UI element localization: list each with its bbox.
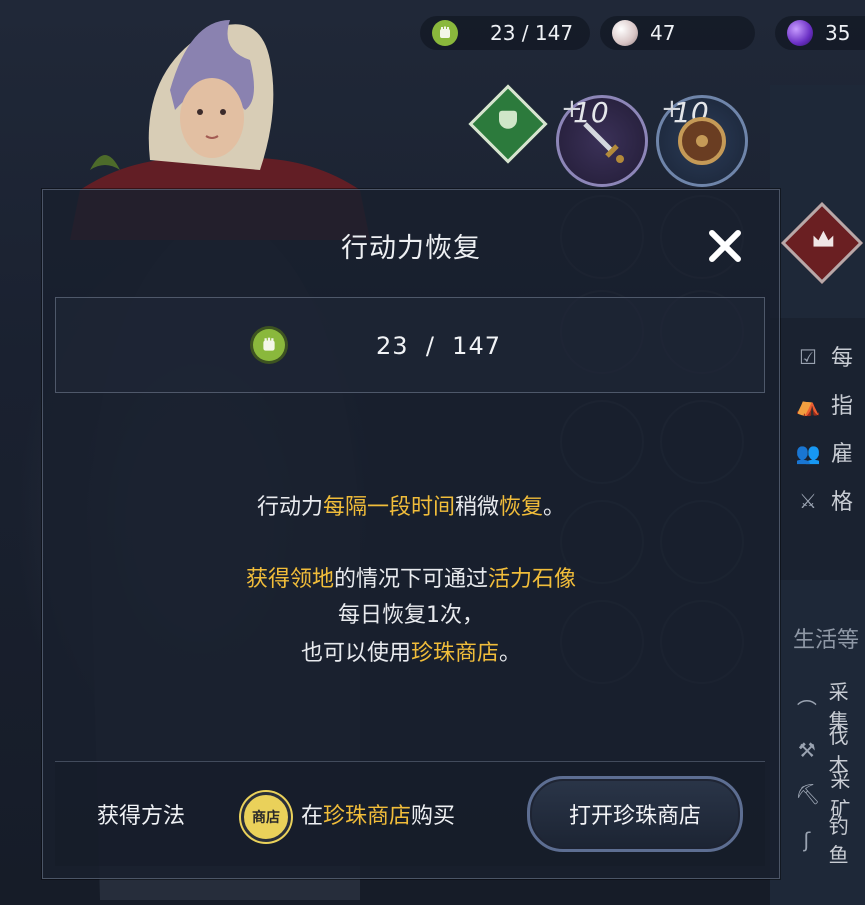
text: 也可以使用 [300, 641, 411, 666]
crossed-swords-icon: ⚔ [799, 489, 817, 513]
life-section-title: 生活等 [793, 628, 860, 653]
acquire-method-footer: 获得方法 商店 在珍珠商店购买 打开珍珠商店 [55, 761, 765, 866]
text: 稍微 [454, 495, 499, 520]
stamina-recovery-dialog: 行动力恢复 23 / 147 行动力每隔一段时间稍微恢复。 获得领地的情况下可通… [42, 189, 780, 879]
counter-separator: / [425, 332, 435, 360]
fishing-icon: ʃ [803, 828, 811, 852]
gem-counter: 35 [775, 16, 865, 50]
side-item-hire[interactable]: 👥 雇 [795, 436, 853, 468]
description-line-1: 行动力每隔一段时间稍微恢复。 [43, 490, 779, 526]
description-line-3: 每日恢复1次， [338, 603, 484, 628]
side-item-combat[interactable]: ⚔ 格 [795, 484, 853, 516]
text: 购买 [411, 804, 456, 829]
highlight-text: 珍珠商店 [410, 641, 499, 666]
pickaxe-icon: ⛏ [795, 782, 821, 806]
gem-value: 35 [825, 21, 851, 45]
fist-icon [432, 20, 458, 46]
stamina-counter: 23 / 147 [420, 16, 590, 50]
close-button[interactable] [705, 226, 745, 266]
text: 。 [499, 641, 522, 666]
shield-small-icon [499, 110, 517, 129]
close-icon [709, 230, 741, 262]
people-icon: 👥 [795, 441, 821, 465]
side-item-label: 雇 [831, 442, 854, 467]
stamina-counter-box: 23 / 147 [55, 297, 765, 393]
description-line-2: 获得领地的情况下可通过活力石像 [43, 562, 779, 598]
pearl-counter: 47 [600, 16, 755, 50]
round-shield-icon [678, 117, 726, 165]
text: 在 [301, 804, 324, 829]
stamina-current: 23 [376, 332, 409, 360]
side-item-label: 格 [831, 490, 854, 515]
open-pearl-shop-button[interactable]: 打开珍珠商店 [527, 776, 743, 852]
side-item-label: 指 [831, 394, 854, 419]
resource-bar: 23 / 147 47 35 [420, 16, 865, 52]
fist-icon [253, 329, 285, 361]
checklist-icon: ☑ [799, 345, 817, 369]
stamina-max: 147 [452, 332, 501, 360]
highlight-text: 活力石像 [488, 567, 577, 592]
acquire-source-text: 在珍珠商店购买 [301, 798, 455, 830]
text: 的情况下可通过 [333, 567, 488, 592]
shield-slot[interactable]: + 10 [656, 94, 748, 187]
pearl-icon [612, 20, 638, 46]
highlight-text: 每隔一段时间 [322, 495, 455, 520]
text: 行动力 [256, 495, 323, 520]
sword-icon [583, 122, 624, 163]
description-line-4: 也可以使用珍珠商店。 [43, 636, 779, 672]
life-item-fishing[interactable]: ʃ 钓鱼 [795, 810, 865, 868]
side-item-camp[interactable]: ⛺ 指 [795, 388, 853, 420]
dialog-title: 行动力恢复 [341, 233, 481, 264]
sword-slot[interactable]: + 10 [556, 94, 648, 187]
highlight-text: 珍珠商店 [323, 804, 412, 829]
text: 。 [543, 495, 566, 520]
highlight-text: 获得领地 [245, 567, 334, 592]
acquire-method-label: 获得方法 [97, 804, 186, 829]
tent-icon: ⛺ [795, 393, 821, 417]
axe-icon: ⚒ [797, 738, 816, 762]
highlight-text: 恢复 [499, 495, 544, 520]
shop-badge-icon: 商店 [241, 792, 291, 842]
purple-gem-icon [787, 20, 813, 46]
stamina-counter-text: 23 / 147 [376, 332, 501, 360]
stamina-value: 23 / 147 [490, 21, 574, 45]
sickle-icon: ⌒ [796, 698, 817, 722]
pearl-value: 47 [650, 21, 676, 45]
side-item-daily[interactable]: ☑ 每 [795, 340, 853, 372]
life-item-label: 钓鱼 [828, 814, 849, 867]
side-item-label: 每 [831, 346, 854, 371]
